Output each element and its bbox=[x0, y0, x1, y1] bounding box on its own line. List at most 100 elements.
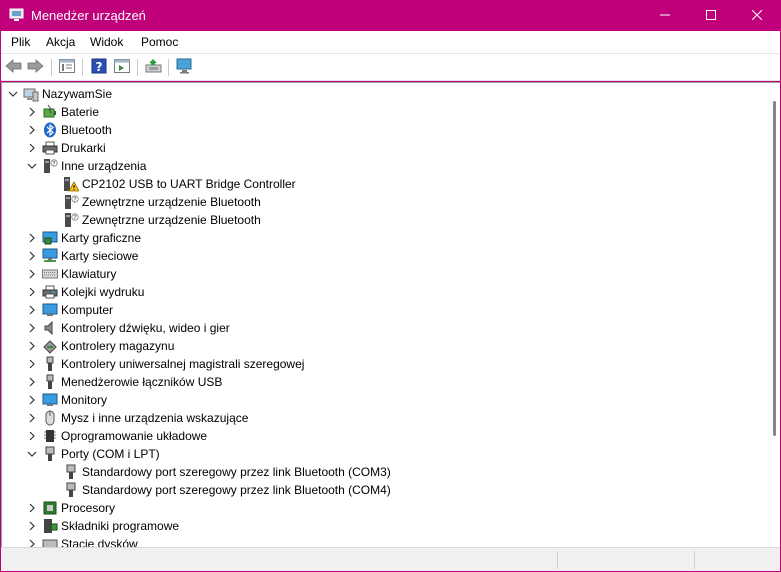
chevron-right-icon[interactable] bbox=[26, 232, 38, 244]
tree-node[interactable]: Klawiatury bbox=[26, 265, 116, 283]
tree-node-label: Klawiatury bbox=[61, 267, 117, 281]
title-bar[interactable]: Menedżer urządzeń bbox=[0, 0, 781, 31]
tree-root-label: NazywamSie bbox=[42, 87, 113, 101]
close-button[interactable] bbox=[734, 0, 780, 31]
chevron-right-icon[interactable] bbox=[26, 322, 38, 334]
print-queue-icon bbox=[42, 284, 58, 300]
forward-arrow-icon bbox=[27, 58, 44, 76]
properties-button[interactable] bbox=[57, 58, 76, 76]
toolbar-separator bbox=[168, 59, 169, 76]
tree-node[interactable]: Baterie bbox=[26, 103, 99, 121]
chevron-right-icon[interactable] bbox=[26, 538, 38, 547]
tree-leaf-label: Zewnętrzne urządzenie Bluetooth bbox=[82, 195, 261, 209]
tree-leaf-label: Zewnętrzne urządzenie Bluetooth bbox=[82, 213, 261, 227]
minimize-button[interactable] bbox=[642, 0, 688, 31]
chevron-right-icon[interactable] bbox=[26, 286, 38, 298]
usb-icon bbox=[42, 356, 58, 372]
forward-button[interactable] bbox=[26, 58, 45, 76]
battery-icon bbox=[42, 104, 58, 120]
bluetooth-icon bbox=[42, 122, 58, 138]
chevron-right-icon[interactable] bbox=[26, 358, 38, 370]
tree-node[interactable]: Karty sieciowe bbox=[26, 247, 138, 265]
tree-node[interactable]: Oprogramowanie układowe bbox=[26, 427, 207, 445]
back-arrow-icon bbox=[5, 58, 22, 76]
tree-node-label: Stacje dysków bbox=[61, 537, 138, 547]
back-button[interactable] bbox=[4, 58, 23, 76]
disk-drive-icon bbox=[42, 536, 58, 547]
chevron-right-icon[interactable] bbox=[26, 430, 38, 442]
software-component-icon bbox=[42, 518, 58, 534]
chevron-right-icon[interactable] bbox=[26, 412, 38, 424]
status-divider bbox=[694, 551, 695, 569]
usb-connector-icon bbox=[42, 374, 58, 390]
tree-node[interactable]: Kontrolery uniwersalnej magistrali szere… bbox=[26, 355, 304, 373]
properties-icon bbox=[58, 58, 75, 76]
update-driver-icon bbox=[145, 58, 162, 77]
tree-node[interactable]: Monitory bbox=[26, 391, 107, 409]
scrollbar-thumb[interactable] bbox=[773, 101, 776, 436]
status-bar bbox=[1, 547, 780, 571]
menu-widok[interactable]: Widok bbox=[90, 35, 123, 49]
tree-node-label: Składniki programowe bbox=[61, 519, 180, 533]
unknown-device-icon: ? bbox=[63, 212, 79, 228]
tree-node[interactable]: Składniki programowe bbox=[26, 517, 179, 535]
tree-node-label: Monitory bbox=[61, 393, 108, 407]
tree-node[interactable]: Porty (COM i LPT) bbox=[26, 445, 160, 463]
chevron-down-icon[interactable] bbox=[26, 160, 38, 172]
chevron-right-icon[interactable] bbox=[26, 340, 38, 352]
tree-node[interactable]: Bluetooth bbox=[26, 121, 112, 139]
port-icon bbox=[63, 464, 79, 480]
port-icon bbox=[42, 446, 58, 462]
chevron-right-icon[interactable] bbox=[26, 106, 38, 118]
mouse-icon bbox=[42, 410, 58, 426]
tree-node-label: Mysz i inne urządzenia wskazujące bbox=[61, 411, 249, 425]
chevron-right-icon[interactable] bbox=[26, 268, 38, 280]
tree-leaf[interactable]: Standardowy port szeregowy przez link Bl… bbox=[63, 481, 391, 499]
printer-icon bbox=[42, 140, 58, 156]
network-adapter-icon bbox=[42, 248, 58, 264]
menu-pomoc[interactable]: Pomoc bbox=[141, 35, 178, 49]
vertical-scrollbar[interactable] bbox=[768, 83, 780, 547]
tree-leaf[interactable]: ? Zewnętrzne urządzenie Bluetooth bbox=[63, 193, 261, 211]
chevron-right-icon[interactable] bbox=[26, 142, 38, 154]
monitor-icon bbox=[176, 58, 194, 77]
tree-node[interactable]: Mysz i inne urządzenia wskazujące bbox=[26, 409, 248, 427]
scan-hardware-button[interactable] bbox=[175, 58, 194, 76]
tree-node[interactable]: Kolejki wydruku bbox=[26, 283, 144, 301]
chevron-right-icon[interactable] bbox=[26, 502, 38, 514]
tree-node[interactable]: Drukarki bbox=[26, 139, 106, 157]
chevron-right-icon[interactable] bbox=[26, 520, 38, 532]
tree-leaf[interactable]: Standardowy port szeregowy przez link Bl… bbox=[63, 463, 391, 481]
maximize-icon bbox=[706, 9, 716, 23]
maximize-button[interactable] bbox=[688, 0, 734, 31]
tree-leaf[interactable]: ? Zewnętrzne urządzenie Bluetooth bbox=[63, 211, 261, 229]
device-tree[interactable]: NazywamSie Baterie Bluetooth Drukarki ? … bbox=[1, 82, 780, 547]
view-button[interactable] bbox=[112, 58, 131, 76]
tree-node[interactable]: Kontrolery magazynu bbox=[26, 337, 174, 355]
tree-node[interactable]: Komputer bbox=[26, 301, 113, 319]
chevron-right-icon[interactable] bbox=[26, 304, 38, 316]
toolbar-separator bbox=[137, 59, 138, 76]
tree-node[interactable]: Menedżerowie łączników USB bbox=[26, 373, 222, 391]
processor-icon bbox=[42, 500, 58, 516]
help-button[interactable]: ? bbox=[89, 58, 108, 76]
update-driver-button[interactable] bbox=[144, 58, 163, 76]
tree-leaf[interactable]: CP2102 USB to UART Bridge Controller bbox=[63, 175, 296, 193]
tree-node[interactable]: Stacje dysków bbox=[26, 535, 138, 547]
menu-akcja[interactable]: Akcja bbox=[46, 35, 75, 49]
tree-node-label: Drukarki bbox=[61, 141, 106, 155]
tree-node-label: Menedżerowie łączników USB bbox=[61, 375, 223, 389]
chevron-right-icon[interactable] bbox=[26, 394, 38, 406]
tree-node[interactable]: Procesory bbox=[26, 499, 115, 517]
chevron-right-icon[interactable] bbox=[26, 250, 38, 262]
svg-text:?: ? bbox=[52, 161, 55, 168]
chevron-down-icon[interactable] bbox=[26, 448, 38, 460]
chevron-right-icon[interactable] bbox=[26, 376, 38, 388]
menu-plik[interactable]: Plik bbox=[11, 35, 30, 49]
chevron-down-icon[interactable] bbox=[7, 88, 19, 100]
tree-node[interactable]: Kontrolery dźwięku, wideo i gier bbox=[26, 319, 230, 337]
tree-node[interactable]: ? Inne urządzenia bbox=[26, 157, 146, 175]
chevron-right-icon[interactable] bbox=[26, 124, 38, 136]
tree-node[interactable]: Karty graficzne bbox=[26, 229, 141, 247]
tree-root[interactable]: NazywamSie bbox=[7, 85, 112, 103]
